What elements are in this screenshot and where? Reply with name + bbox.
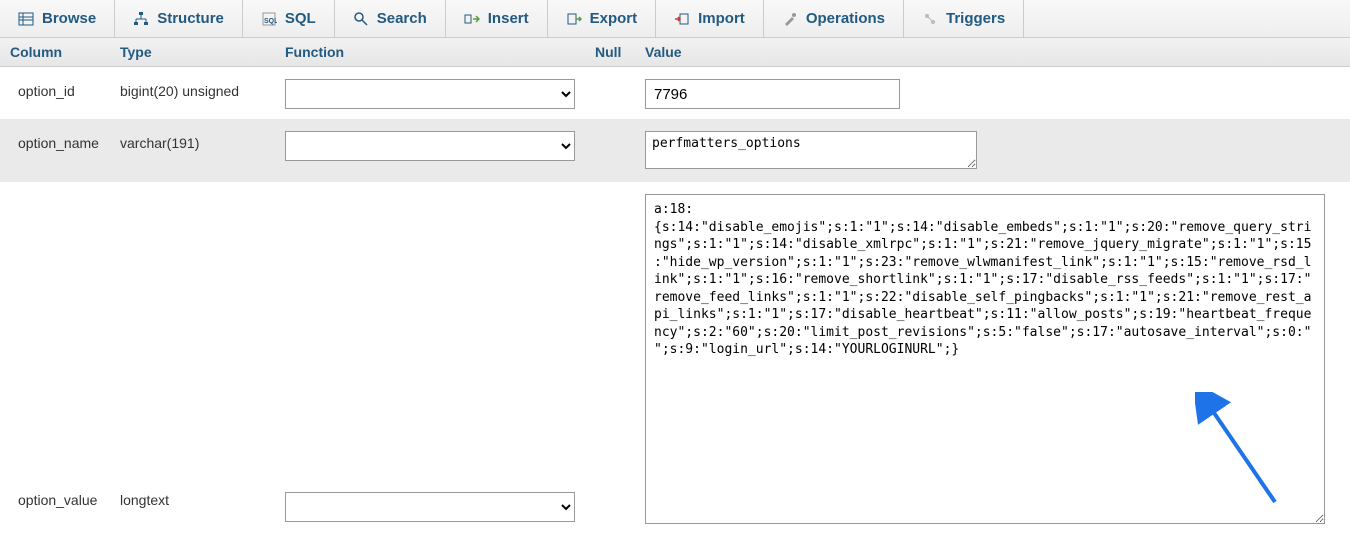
function-select[interactable] <box>285 131 575 161</box>
export-icon <box>566 11 582 27</box>
tab-label: Structure <box>157 10 224 27</box>
insert-icon <box>464 11 480 27</box>
cell-column-name: option_name <box>0 129 120 151</box>
cell-column-type: longtext <box>120 192 285 508</box>
cell-column-name: option_id <box>0 77 120 99</box>
operations-icon <box>782 11 798 27</box>
function-select[interactable] <box>285 492 575 522</box>
tab-triggers[interactable]: Triggers <box>904 0 1024 37</box>
tab-export[interactable]: Export <box>548 0 657 37</box>
tab-search[interactable]: Search <box>335 0 446 37</box>
header-function: Function <box>285 44 595 60</box>
top-tabs: Browse Structure SQL SQL Search Insert E… <box>0 0 1350 38</box>
tab-insert[interactable]: Insert <box>446 0 548 37</box>
header-column: Column <box>0 44 120 60</box>
tab-sql[interactable]: SQL SQL <box>243 0 335 37</box>
row-option-name: option_name varchar(191) <box>0 119 1350 182</box>
tab-label: Import <box>698 10 745 27</box>
header-null: Null <box>595 44 645 60</box>
cell-column-name: option_value <box>0 192 120 508</box>
tab-label: Export <box>590 10 638 27</box>
browse-icon <box>18 11 34 27</box>
tab-label: SQL <box>285 10 316 27</box>
tab-structure[interactable]: Structure <box>115 0 243 37</box>
row-option-id: option_id bigint(20) unsigned <box>0 67 1350 119</box>
row-option-value: option_value longtext <box>0 182 1350 537</box>
function-select[interactable] <box>285 79 575 109</box>
tab-operations[interactable]: Operations <box>764 0 904 37</box>
cell-column-type: bigint(20) unsigned <box>120 77 285 99</box>
value-textarea[interactable] <box>645 194 1325 524</box>
svg-text:SQL: SQL <box>264 18 277 25</box>
tab-label: Browse <box>42 10 96 27</box>
header-value: Value <box>645 44 1350 60</box>
tab-label: Search <box>377 10 427 27</box>
tab-import[interactable]: Import <box>656 0 764 37</box>
value-input[interactable] <box>645 79 900 109</box>
tab-label: Insert <box>488 10 529 27</box>
sql-icon: SQL <box>261 11 277 27</box>
search-icon <box>353 11 369 27</box>
cell-column-type: varchar(191) <box>120 129 285 151</box>
column-headers: Column Type Function Null Value <box>0 38 1350 67</box>
triggers-icon <box>922 11 938 27</box>
value-textarea[interactable] <box>645 131 977 169</box>
structure-icon <box>133 11 149 27</box>
tab-label: Triggers <box>946 10 1005 27</box>
import-icon <box>674 11 690 27</box>
header-type: Type <box>120 44 285 60</box>
tab-label: Operations <box>806 10 885 27</box>
tab-browse[interactable]: Browse <box>0 0 115 37</box>
